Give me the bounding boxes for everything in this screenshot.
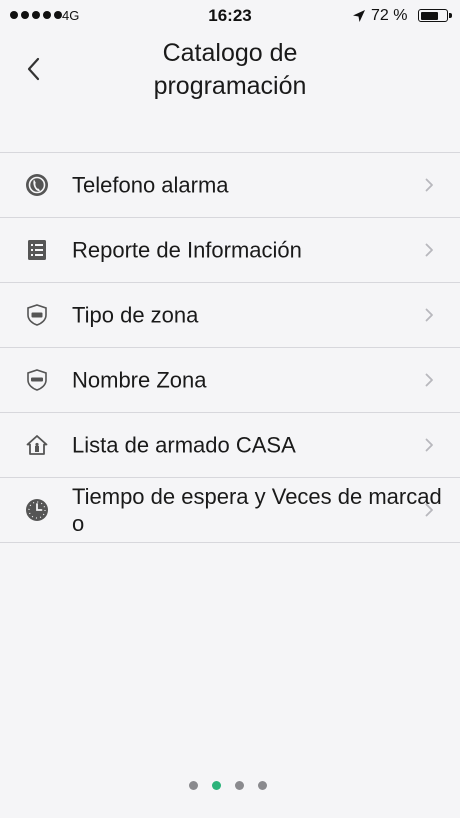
- menu-item-reporte-informacion[interactable]: Reporte de Información: [0, 218, 460, 283]
- zone-type-shield-icon: [27, 304, 47, 326]
- phone-circle-icon: [26, 174, 48, 196]
- clock-icon: [26, 499, 48, 521]
- location-arrow-icon: [353, 10, 365, 22]
- battery-icon: [418, 9, 452, 22]
- page-dot[interactable]: [189, 781, 198, 790]
- page-title: Catalogo de programación: [153, 39, 307, 100]
- battery-percent: 72 %: [371, 7, 408, 24]
- chevron-right-icon: [425, 243, 433, 257]
- page-dot[interactable]: [235, 781, 244, 790]
- menu-item-label: Telefono alarma: [72, 172, 229, 198]
- report-list-icon: [28, 240, 46, 260]
- menu-item-label: Lista de armado CASA: [72, 432, 296, 458]
- programming-menu-list: Telefono alarma Reporte de Información T…: [0, 152, 460, 543]
- page-indicator[interactable]: [189, 781, 267, 790]
- back-button[interactable]: [18, 54, 48, 84]
- chevron-right-icon: [425, 438, 433, 452]
- menu-item-lista-armado-casa[interactable]: Lista de armado CASA: [0, 413, 460, 478]
- chevron-right-icon: [425, 178, 433, 192]
- zone-name-shield-icon: [27, 369, 47, 391]
- menu-item-label: Nombre Zona: [72, 367, 207, 393]
- page-dot[interactable]: [258, 781, 267, 790]
- menu-item-tipo-de-zona[interactable]: Tipo de zona: [0, 283, 460, 348]
- chevron-right-icon: [425, 308, 433, 322]
- home-arm-icon: [26, 435, 48, 455]
- page-dot-active[interactable]: [212, 781, 221, 790]
- chevron-left-icon: [27, 57, 40, 81]
- menu-item-telefono-alarma[interactable]: Telefono alarma: [0, 153, 460, 218]
- menu-item-label: Tiempo de espera y Veces de marcado: [72, 484, 442, 536]
- status-bar: 4G 16:23 72 %: [0, 0, 460, 32]
- chevron-right-icon: [425, 373, 433, 387]
- menu-item-label: Reporte de Información: [72, 237, 302, 263]
- menu-item-tiempo-espera[interactable]: Tiempo de espera y Veces de marcado: [0, 478, 460, 543]
- menu-item-label: Tipo de zona: [72, 302, 199, 328]
- chevron-right-icon: [425, 503, 433, 517]
- menu-item-nombre-zona[interactable]: Nombre Zona: [0, 348, 460, 413]
